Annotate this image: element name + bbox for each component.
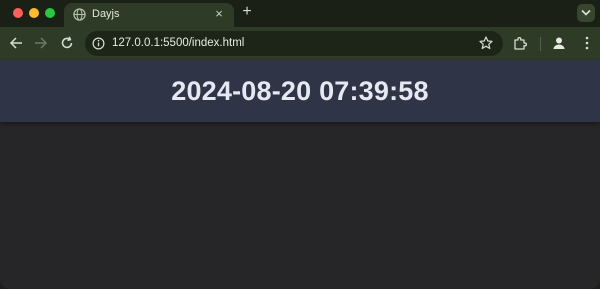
tab-search-button[interactable] [577, 4, 595, 22]
tab-close-icon[interactable]: × [212, 6, 226, 22]
page-viewport: 2024-08-20 07:39:58 [0, 60, 600, 289]
back-arrow-icon[interactable] [9, 36, 23, 50]
globe-icon [73, 8, 86, 21]
url-text[interactable]: 127.0.0.1:5500/index.html [112, 37, 244, 49]
datetime-display: 2024-08-20 07:39:58 [171, 75, 429, 106]
tab-dayjs[interactable]: Dayjs × [64, 3, 234, 27]
browser-toolbar: 127.0.0.1:5500/index.html [0, 27, 600, 60]
browser-window: Dayjs × + 127.0.0.1:5500/index.html 2024… [0, 0, 600, 289]
more-menu-icon[interactable] [584, 36, 590, 50]
bookmark-star-icon[interactable] [479, 36, 493, 50]
reload-icon[interactable] [60, 36, 74, 50]
clock-header: 2024-08-20 07:39:58 [0, 60, 600, 122]
address-bar[interactable]: 127.0.0.1:5500/index.html [85, 31, 503, 56]
tab-strip: Dayjs × + [0, 0, 600, 27]
forward-arrow-icon[interactable] [34, 36, 48, 50]
site-info-icon[interactable] [92, 37, 105, 50]
profile-avatar-icon[interactable] [551, 35, 567, 51]
minimize-window-button[interactable] [29, 8, 39, 18]
chevron-down-icon [581, 9, 591, 16]
tab-title: Dayjs [92, 8, 120, 20]
toolbar-divider [540, 37, 541, 51]
maximize-window-button[interactable] [45, 8, 55, 18]
new-tab-button[interactable]: + [240, 3, 254, 21]
close-window-button[interactable] [13, 8, 23, 18]
extensions-puzzle-icon[interactable] [513, 36, 527, 50]
